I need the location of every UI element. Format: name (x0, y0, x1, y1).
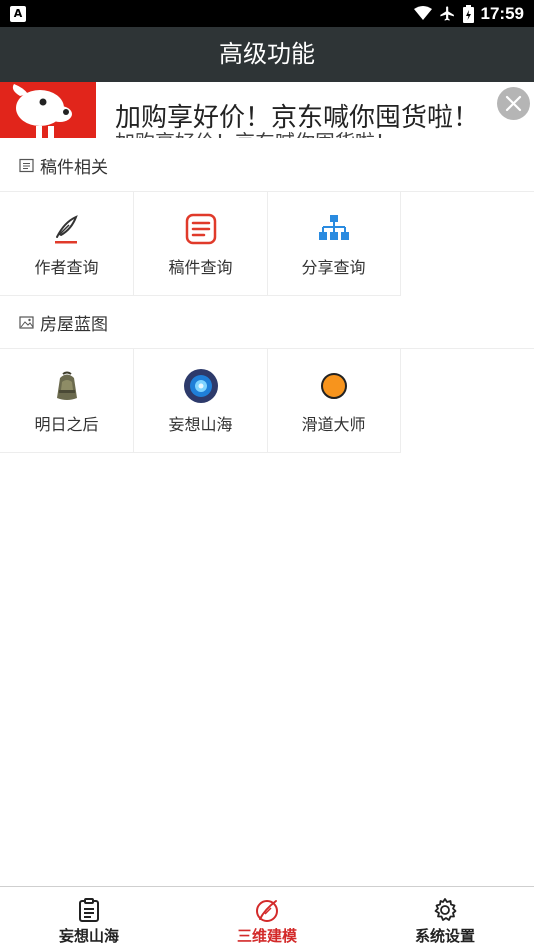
blueprints-grid: 明日之后 妄想山海 滑道大师 (0, 349, 534, 453)
wifi-icon (413, 6, 432, 20)
quill-pen-icon (54, 215, 78, 244)
jd-logo (0, 82, 96, 138)
fantasy-game-button[interactable]: 妄想山海 (134, 349, 268, 453)
section-header-blueprints: 房屋蓝图 (0, 296, 534, 348)
gear-icon (434, 898, 457, 921)
cell-label: 妄想山海 (168, 415, 233, 434)
section-title: 稿件相关 (40, 157, 108, 178)
nav-item-settings[interactable]: 系统设置 (356, 887, 534, 950)
nav-label: 系统设置 (414, 927, 475, 945)
cell-label: 分享查询 (301, 258, 366, 277)
nav-item-3d-modeling[interactable]: 三维建模 (178, 887, 356, 950)
slide-master-button[interactable]: 滑道大师 (267, 349, 401, 453)
clock-time: 17:59 (480, 3, 524, 23)
airplane-icon (439, 6, 454, 21)
manuscript-query-button[interactable]: 稿件查询 (134, 192, 268, 296)
cell-label: 明日之后 (34, 415, 99, 434)
tomorrow-game-button[interactable]: 明日之后 (0, 349, 134, 453)
nav-label: 妄想山海 (58, 927, 119, 945)
backpack-icon (56, 371, 77, 400)
app-notification-icon: A (10, 6, 26, 22)
nav-label: 三维建模 (236, 927, 297, 945)
document-icon (19, 158, 34, 172)
nav-item-fantasy[interactable]: 妄想山海 (0, 887, 178, 950)
cell-label: 作者查询 (34, 258, 99, 277)
pen-circle-icon (256, 900, 278, 922)
battery-charging-icon (462, 4, 474, 23)
clipboard-icon (79, 898, 99, 922)
share-query-button[interactable]: 分享查询 (267, 192, 401, 296)
ad-banner[interactable]: 加购享好价！京东喊你囤货啦！ 加购享好价！京东喊你囤货啦！ (0, 82, 534, 138)
picture-icon (19, 315, 34, 329)
hierarchy-icon (318, 215, 349, 240)
section-title: 房屋蓝图 (40, 314, 108, 335)
cell-label: 稿件查询 (168, 258, 233, 277)
title-bar: 高级功能 (0, 27, 534, 82)
page-title: 高级功能 (219, 40, 315, 68)
section-header-manuscripts: 稿件相关 (0, 139, 534, 191)
blue-orb-icon (183, 369, 218, 403)
note-list-icon (185, 213, 216, 245)
cell-label: 滑道大师 (301, 415, 366, 434)
status-bar: A 17:59 (0, 0, 534, 27)
bottom-nav: 妄想山海 三维建模 系统设置 (0, 886, 534, 950)
manuscripts-grid: 作者查询 稿件查询 分享查询 (0, 192, 534, 296)
close-icon[interactable] (497, 87, 530, 120)
orange-ball-icon (320, 373, 347, 399)
author-query-button[interactable]: 作者查询 (0, 192, 134, 296)
banner-text-echo: 加购享好价！京东喊你囤货啦！ (115, 126, 395, 138)
status-icons: 17:59 (413, 0, 524, 27)
